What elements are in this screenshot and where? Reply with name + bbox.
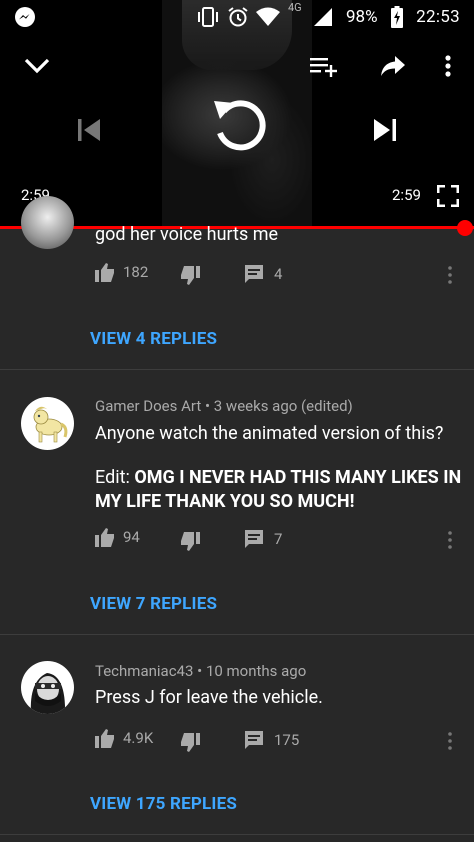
view-replies-link[interactable]: VIEW 175 REPLIES <box>90 794 237 814</box>
dislike-button[interactable] <box>180 532 200 552</box>
reply-comment-icon <box>245 265 263 283</box>
edit-bold-text: OMG I NEVER HAD THIS MANY LIKES IN MY LI… <box>95 467 462 512</box>
wifi-icon <box>255 6 281 28</box>
comment-author[interactable]: Techmaniac43 <box>95 662 193 680</box>
battery-percent: 98% <box>346 7 378 27</box>
comment-author[interactable]: Gamer Does Art <box>95 397 201 415</box>
thumbs-down-icon <box>181 532 200 551</box>
avatar[interactable] <box>21 661 74 714</box>
progress-scrubber[interactable] <box>457 220 473 236</box>
network-type: 4G <box>288 1 302 14</box>
comment-text: Anyone watch the animated version of thi… <box>95 422 465 514</box>
comment-timestamp: 3 weeks ago (edited) <box>213 397 353 415</box>
total-duration: 2:59 <box>392 186 421 204</box>
comment-text: god her voice hurts me <box>95 224 279 245</box>
comment-edit: Edit: OMG I NEVER HAD THIS MANY LIKES IN… <box>95 466 465 514</box>
masked-face-avatar <box>30 673 66 714</box>
thumbs-up-icon <box>95 729 114 748</box>
reply-count: 175 <box>274 731 300 749</box>
minimize-chevron-down-icon[interactable] <box>22 52 52 80</box>
comment-timestamp: 10 months ago <box>205 662 307 680</box>
like-count: 4.9K <box>123 729 154 747</box>
thumbs-down-icon <box>181 266 200 285</box>
meta-separator: • <box>193 662 206 680</box>
alarm-icon <box>227 6 249 28</box>
comment-line: Anyone watch the animated version of thi… <box>95 423 444 444</box>
pony-drawing-avatar <box>33 406 68 443</box>
next-icon[interactable] <box>368 114 402 146</box>
clock: 22:53 <box>416 7 460 27</box>
reply-comment-icon <box>245 530 263 548</box>
reply-count: 4 <box>274 265 283 283</box>
previous-icon[interactable] <box>72 114 106 146</box>
reply-button[interactable]: 7 <box>244 529 282 549</box>
fullscreen-icon[interactable] <box>436 184 460 208</box>
view-replies-link[interactable]: VIEW 7 REPLIES <box>90 594 217 614</box>
comment-more-icon[interactable] <box>444 263 456 287</box>
vibrate-icon <box>196 6 220 28</box>
comment-more-icon[interactable] <box>444 528 456 552</box>
divider <box>0 834 474 835</box>
battery-charging-icon <box>390 6 404 28</box>
like-button[interactable]: 4.9K <box>95 728 153 748</box>
comment-meta: Techmaniac43 • 10 months ago <box>95 661 306 681</box>
dislike-button[interactable] <box>180 733 200 753</box>
share-icon[interactable] <box>378 52 408 80</box>
dislike-button[interactable] <box>180 266 200 286</box>
reply-comment-icon <box>245 731 263 749</box>
edit-prefix: Edit: <box>95 467 135 488</box>
reply-button[interactable]: 4 <box>244 264 282 284</box>
more-options-icon[interactable] <box>440 52 456 80</box>
thumbs-up-icon <box>95 263 114 282</box>
reply-button[interactable]: 175 <box>244 730 299 750</box>
comment-text: Press J for leave the vehicle. <box>95 687 323 708</box>
view-replies-link[interactable]: VIEW 4 REPLIES <box>90 329 217 349</box>
avatar[interactable] <box>21 397 74 450</box>
meta-separator: • <box>201 397 214 415</box>
status-bar: 4G 98% 22:53 <box>0 0 474 36</box>
divider <box>0 369 474 370</box>
reply-count: 7 <box>274 530 283 548</box>
replay-icon[interactable] <box>207 94 269 160</box>
messenger-icon <box>14 6 36 28</box>
avatar[interactable] <box>21 196 74 249</box>
thumbs-down-icon <box>181 733 200 752</box>
add-to-playlist-icon[interactable] <box>308 52 340 80</box>
divider <box>0 634 474 635</box>
like-count: 182 <box>123 263 149 281</box>
like-count: 94 <box>123 528 140 546</box>
thumbs-up-icon <box>95 528 114 547</box>
like-button[interactable]: 94 <box>95 527 140 547</box>
video-player[interactable]: 4G 98% 22:53 2:59 2:59 <box>0 0 474 228</box>
like-button[interactable]: 182 <box>95 262 148 282</box>
cell-signal-icon <box>312 6 334 28</box>
comment-more-icon[interactable] <box>444 729 456 753</box>
comment-meta: Gamer Does Art • 3 weeks ago (edited) <box>95 396 353 416</box>
